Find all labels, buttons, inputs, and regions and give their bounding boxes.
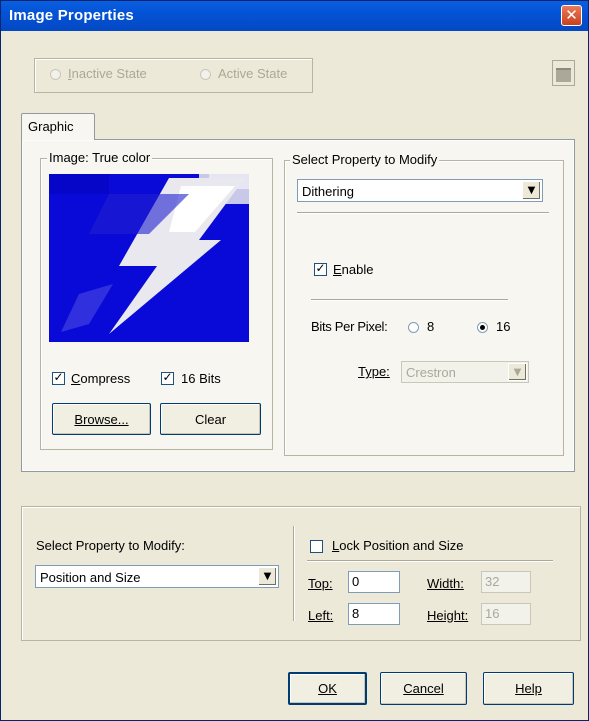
active-state-radio[interactable]	[200, 69, 211, 80]
compress-checkbox[interactable]: ✓	[52, 370, 65, 385]
property-group	[284, 160, 564, 456]
active-state-text: Active State	[218, 66, 288, 81]
compress-check-icon: ✓	[53, 370, 64, 384]
active-state-label: Active State	[218, 66, 287, 81]
title-bar[interactable]: Image Properties ✕	[1, 1, 588, 31]
property-group-legend: Select Property to Modify	[290, 152, 440, 167]
type-label: Type:	[358, 364, 390, 379]
bpp-16-label: 16	[496, 319, 511, 334]
type-select[interactable]: Crestron ▼	[401, 361, 529, 383]
image-group-legend: Image: True color	[47, 150, 153, 165]
enable-label: Enable	[333, 262, 374, 277]
enable-text: nable	[341, 262, 374, 277]
left-field[interactable]: 8	[348, 603, 400, 625]
folder-icon	[556, 68, 571, 82]
browse-button[interactable]: Browse...	[52, 403, 151, 435]
tab-graphic-label: Graphic	[28, 119, 74, 134]
top-label: Top:	[308, 576, 333, 591]
folder-button[interactable]	[552, 60, 575, 86]
image-properties-dialog: Image Properties ✕ Inactive State Active…	[0, 0, 589, 721]
property-separator-top	[297, 212, 549, 214]
enable-checkbox[interactable]: ✓	[314, 261, 327, 276]
type-select-value: Crestron	[406, 365, 456, 380]
top-field[interactable]: 0	[348, 571, 400, 593]
16-bits-check-icon: ✓	[162, 370, 173, 384]
property-select-value: Dithering	[302, 184, 355, 199]
radio-dot-icon	[480, 325, 485, 330]
property-select[interactable]: Dithering ▼	[297, 179, 543, 202]
lock-position-checkbox[interactable]	[310, 540, 323, 553]
height-label: Height:	[427, 608, 469, 623]
bits-per-pixel-label: Bits Per Pixel:	[311, 319, 388, 334]
enable-separator	[311, 299, 508, 301]
ok-label: OK	[318, 681, 337, 696]
chevron-down-icon[interactable]: ▼	[508, 363, 527, 381]
cancel-button[interactable]: Cancel	[380, 672, 467, 705]
clear-button[interactable]: Clear	[160, 403, 261, 435]
ok-button[interactable]: OK	[288, 672, 367, 705]
browse-label: Browse...	[74, 412, 129, 427]
compress-text: ompress	[80, 371, 131, 386]
lightning-bolt-icon	[49, 174, 249, 334]
enable-check-icon: ✓	[315, 261, 326, 275]
window-title: Image Properties	[9, 7, 134, 24]
position-select[interactable]: Position and Size ▼	[35, 565, 279, 588]
position-select-value: Position and Size	[40, 570, 141, 585]
width-label: Width:	[427, 576, 464, 591]
height-field[interactable]: 16	[481, 603, 531, 625]
type-text: Type:	[358, 364, 390, 379]
compress-label: Compress	[71, 371, 131, 386]
clear-label: Clear	[194, 412, 227, 427]
lock-position-text: ock Position and Size	[339, 538, 464, 553]
help-button[interactable]: Help	[483, 672, 574, 705]
chevron-down-icon[interactable]: ▼	[258, 567, 277, 586]
16-bits-checkbox[interactable]: ✓	[161, 370, 174, 385]
inactive-state-text: nactive State	[71, 66, 147, 81]
chevron-down-icon[interactable]: ▼	[522, 181, 541, 200]
16-bits-label: 16 Bits	[181, 371, 221, 386]
position-select-label: Select Property to Modify:	[36, 538, 185, 553]
width-field[interactable]: 32	[481, 571, 531, 593]
lock-position-label: Lock Position and Size	[332, 538, 464, 553]
help-label: Help	[515, 681, 542, 696]
cancel-label: Cancel	[403, 681, 444, 696]
inactive-state-radio[interactable]	[50, 69, 61, 80]
close-button[interactable]: ✕	[561, 5, 582, 26]
bpp-8-label: 8	[427, 319, 435, 334]
tab-graphic[interactable]: Graphic	[21, 113, 95, 140]
image-preview	[49, 174, 249, 342]
inactive-state-label: Inactive State	[68, 66, 147, 81]
position-divider	[293, 526, 295, 621]
left-label: Left:	[308, 608, 334, 623]
bpp-16-radio[interactable]	[477, 322, 488, 333]
bpp-8-radio[interactable]	[408, 322, 419, 333]
close-icon: ✕	[565, 6, 578, 24]
lock-separator	[307, 560, 553, 562]
